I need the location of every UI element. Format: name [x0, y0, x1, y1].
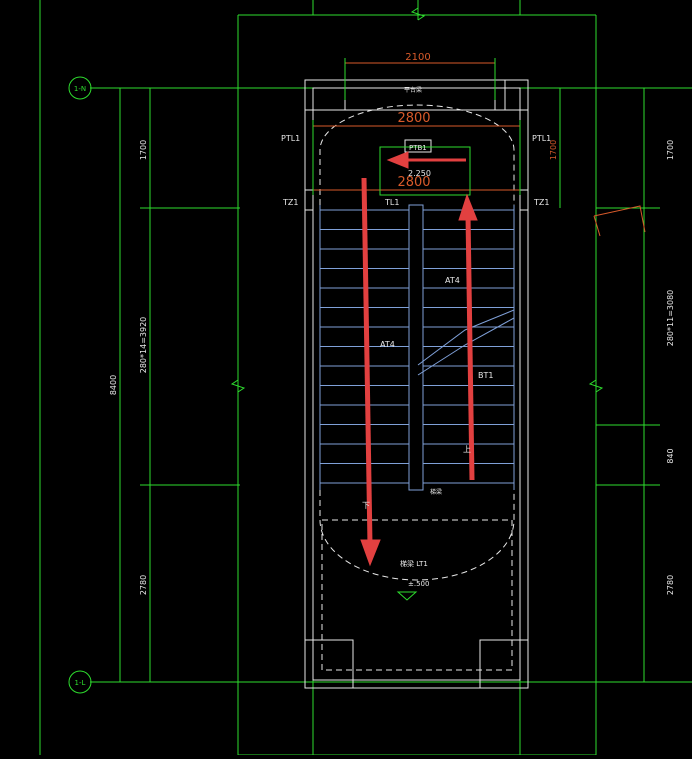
- axis-label-bottom: 1-L: [75, 679, 86, 687]
- label-landing-top: 平台梁: [404, 86, 422, 94]
- arrow-down-head: [360, 539, 381, 567]
- label-bt1: BT1: [478, 371, 493, 380]
- dim-2100: 2100: [405, 52, 430, 63]
- stair-treads: [319, 205, 515, 490]
- drawing-canvas: 1-N 1-L 2100 2800 2800 PTL1 PTL1 TZ1 TZ1…: [0, 0, 692, 756]
- label-at4-right: AT4: [445, 276, 460, 285]
- dim-left-1700: 1700: [139, 140, 148, 160]
- dim-right-3080: 280*11=3080: [666, 290, 675, 347]
- label-up: 上: [463, 445, 471, 454]
- elevation-marker: [396, 591, 418, 601]
- label-ptb1: PTB1: [409, 144, 427, 152]
- axis-bubble-top: 1-N: [68, 76, 92, 100]
- label-elev-top: 2.250: [408, 169, 431, 178]
- label-elev-bottom: ±.500: [408, 580, 429, 588]
- label-tl1: TL1: [384, 198, 399, 207]
- axis-bubble-bottom: 1-L: [68, 670, 92, 694]
- dim-right-840: 840: [666, 448, 675, 463]
- center-stringer: [408, 204, 515, 491]
- label-tz1-right: TZ1: [533, 198, 549, 207]
- dim-small-1700: 1700: [549, 140, 558, 160]
- dim-left-3920: 280*14=3920: [139, 317, 148, 374]
- label-tz1-left: TZ1: [282, 198, 298, 207]
- dim-right-2780: 2780: [666, 575, 675, 595]
- section-mark: [593, 205, 646, 237]
- arrow-left-head: [386, 151, 409, 169]
- axis-label-top: 1-N: [74, 85, 86, 93]
- dim-right-1700: 1700: [666, 140, 675, 160]
- arrow-up-head: [458, 193, 478, 221]
- dim-2800: 2800: [397, 111, 430, 126]
- stair-plan-drawing: 1-N 1-L 2100 2800 2800 PTL1 PTL1 TZ1 TZ1…: [39, 0, 692, 756]
- label-at4-left: AT4: [380, 340, 395, 349]
- flow-arrows: [360, 151, 478, 567]
- label-ptl1-left: PTL1: [281, 134, 300, 143]
- label-landing-beam: 梯梁: [430, 488, 442, 496]
- label-lt1: 梯梁 LT1: [400, 559, 428, 568]
- dim-left-2780: 2780: [139, 575, 148, 595]
- label-down: 下: [362, 501, 370, 510]
- dim-total-8400: 8400: [109, 375, 118, 395]
